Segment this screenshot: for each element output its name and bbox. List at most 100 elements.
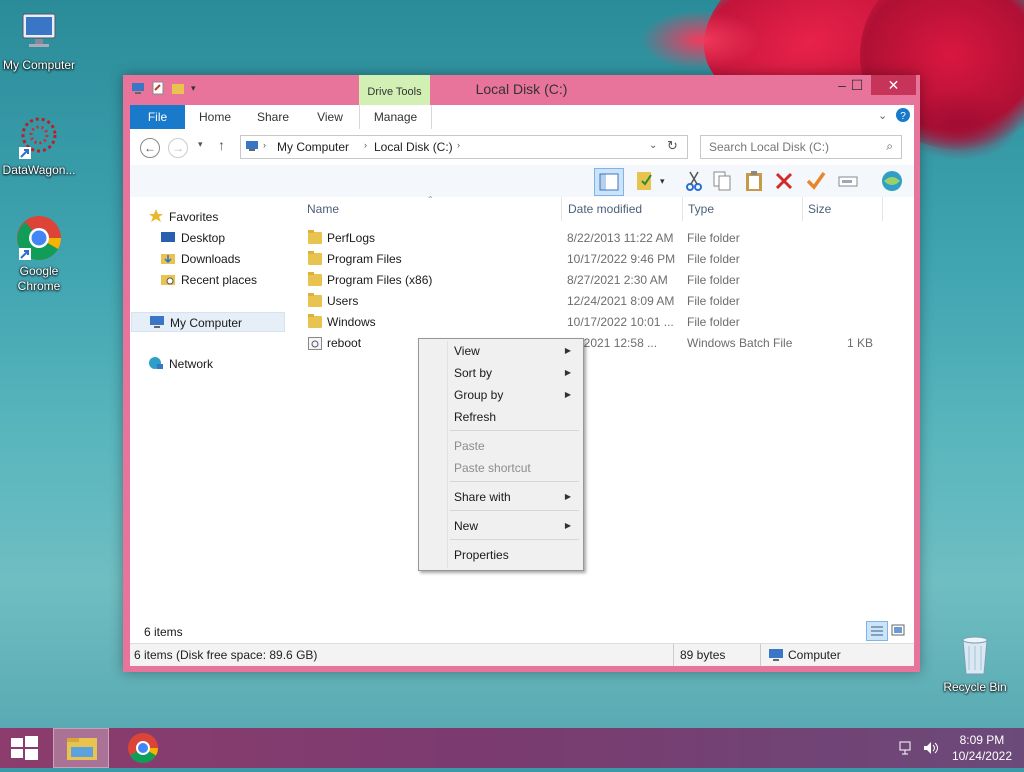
help-icon[interactable]: ? <box>896 108 910 125</box>
search-icon[interactable]: ⌕ <box>886 139 893 154</box>
nav-recent-places[interactable]: Recent places <box>160 270 257 290</box>
chevron-down-icon[interactable]: ▾ <box>660 169 684 193</box>
menu-item-label: Properties <box>454 548 509 562</box>
expand-ribbon-icon[interactable]: ⌄ <box>878 109 887 122</box>
menu-separator <box>450 481 579 482</box>
tab-manage[interactable]: Manage <box>359 105 432 129</box>
nav-my-computer[interactable]: My Computer <box>131 312 285 332</box>
chevron-down-icon[interactable]: ⌄ <box>649 140 657 151</box>
menu-item-new[interactable]: New ▶ <box>421 515 581 537</box>
column-header-size[interactable]: Size <box>808 197 831 221</box>
star-icon <box>148 209 164 223</box>
column-header-type[interactable]: Type <box>688 197 714 221</box>
checkmark-icon[interactable] <box>804 169 828 193</box>
breadcrumb-my-computer[interactable]: My Computer <box>277 140 349 154</box>
menu-item-refresh[interactable]: Refresh <box>421 406 581 428</box>
address-bar[interactable]: › My Computer › Local Disk (C:) › ⌄ ↻ <box>240 135 688 159</box>
up-button[interactable]: ↑ <box>218 137 225 153</box>
search-input[interactable]: Search Local Disk (C:) ⌕ <box>700 135 902 159</box>
file-row[interactable]: Program Files (x86) 8/27/2021 2:30 AM File… <box>306 270 906 291</box>
desktop-icon-my-computer[interactable]: My Computer <box>1 8 77 73</box>
column-separator[interactable] <box>882 197 883 221</box>
refresh-icon[interactable]: ↻ <box>667 138 678 154</box>
breadcrumb-local-disk[interactable]: Local Disk (C:) <box>374 140 453 154</box>
breadcrumb-separator[interactable]: › <box>457 140 460 150</box>
folder-icon <box>308 293 322 307</box>
status-bar: 6 items (Disk free space: 89.6 GB) 89 by… <box>130 643 914 666</box>
folder-icon <box>308 314 322 328</box>
copy-icon[interactable] <box>710 169 734 193</box>
menu-item-share-with[interactable]: Share with ▶ <box>421 486 581 508</box>
file-row[interactable]: Users 12/24/2021 8:09 AM File folder <box>306 291 906 312</box>
nav-network[interactable]: Network <box>148 354 213 374</box>
tab-file[interactable]: File <box>130 105 185 129</box>
preview-pane-icon[interactable] <box>594 168 624 196</box>
tab-view[interactable]: View <box>305 105 355 129</box>
menu-item-sort-by[interactable]: Sort by ▶ <box>421 362 581 384</box>
file-row[interactable]: Program Files 10/17/2022 9:46 PM File fold… <box>306 249 906 270</box>
delete-icon[interactable] <box>772 169 796 193</box>
column-separator[interactable] <box>802 197 803 221</box>
taskbar-chrome[interactable] <box>118 728 168 768</box>
column-separator[interactable] <box>682 197 683 221</box>
menu-item-paste-shortcut: Paste shortcut <box>421 457 581 479</box>
column-header-date[interactable]: Date modified <box>568 197 642 221</box>
desktop-icon-label: DataWagon... <box>2 163 76 177</box>
desktop-icon <box>160 230 176 244</box>
menu-item-label: View <box>454 344 480 358</box>
menu-item-group-by[interactable]: Group by ▶ <box>421 384 581 406</box>
file-row[interactable]: Windows 10/17/2022 10:01 ... File folder <box>306 312 906 333</box>
cut-icon[interactable] <box>682 169 706 193</box>
nav-downloads[interactable]: Downloads <box>160 249 240 269</box>
volume-icon[interactable] <box>922 740 940 756</box>
file-name: Windows <box>327 315 376 329</box>
large-icons-view-button[interactable] <box>890 622 906 641</box>
menu-item-label: Sort by <box>454 366 493 380</box>
select-all-icon[interactable] <box>634 169 658 193</box>
start-button[interactable] <box>8 728 40 768</box>
file-date: 8/27/2021 2:30 AM <box>567 273 668 287</box>
maximize-button[interactable]: ☐ <box>843 75 871 95</box>
recycle-bin-icon <box>951 630 999 678</box>
breadcrumb-separator[interactable]: › <box>263 140 266 150</box>
context-menu[interactable]: View ▶ Sort by ▶ Group by ▶ Refresh Paste Paste … <box>418 338 584 571</box>
file-row[interactable]: reboot 23/2021 12:58 ... Windows Batch Fil… <box>306 333 906 354</box>
svg-text:?: ? <box>900 111 906 122</box>
file-type: Windows Batch File <box>687 336 793 350</box>
close-button[interactable]: ✕ <box>871 75 916 95</box>
tab-home[interactable]: Home <box>190 105 240 129</box>
menu-item-properties[interactable]: Properties <box>421 544 581 566</box>
clock[interactable]: 8:09 PM 10/24/2022 <box>952 732 1012 764</box>
nav-desktop[interactable]: Desktop <box>160 228 225 248</box>
recent-locations-icon[interactable]: ▾ <box>198 139 203 150</box>
rename-icon[interactable] <box>836 169 860 193</box>
desktop-icon-datawagon[interactable]: DataWagon... <box>1 113 77 178</box>
menu-separator <box>450 510 579 511</box>
menu-item-view[interactable]: View ▶ <box>421 340 581 362</box>
file-date: 8/22/2013 11:22 AM <box>567 231 674 245</box>
network-icon <box>148 356 164 370</box>
globe-icon[interactable] <box>880 169 904 193</box>
chrome-icon <box>15 214 63 262</box>
computer-icon <box>15 8 63 56</box>
paste-icon[interactable] <box>742 169 766 193</box>
column-header-name[interactable]: Name <box>307 197 339 221</box>
recent-places-icon <box>160 272 176 286</box>
tab-share[interactable]: Share <box>248 105 298 129</box>
details-view-button[interactable] <box>866 621 888 641</box>
title-bar[interactable]: ▾ Drive Tools Local Disk (C:) – ☐ ✕ <box>123 75 920 105</box>
taskbar: 8:09 PM 10/24/2022 <box>0 728 1024 768</box>
forward-button[interactable]: → <box>168 138 188 158</box>
breadcrumb-separator[interactable]: › <box>364 140 367 150</box>
taskbar-file-explorer[interactable] <box>53 728 109 768</box>
desktop-icon-recycle-bin[interactable]: Recycle Bin <box>937 630 1013 695</box>
back-button[interactable]: ← <box>140 138 160 158</box>
desktop-icon-chrome[interactable]: Google Chrome <box>1 214 77 294</box>
nav-label: Downloads <box>181 252 241 266</box>
menu-item-label: Refresh <box>454 410 497 424</box>
network-status-icon[interactable] <box>898 740 914 756</box>
file-row[interactable]: PerfLogs 8/22/2013 11:22 AM File folder <box>306 228 906 249</box>
column-separator[interactable] <box>561 197 562 221</box>
nav-favorites[interactable]: Favorites <box>148 207 218 227</box>
submenu-arrow-icon: ▶ <box>564 368 571 377</box>
